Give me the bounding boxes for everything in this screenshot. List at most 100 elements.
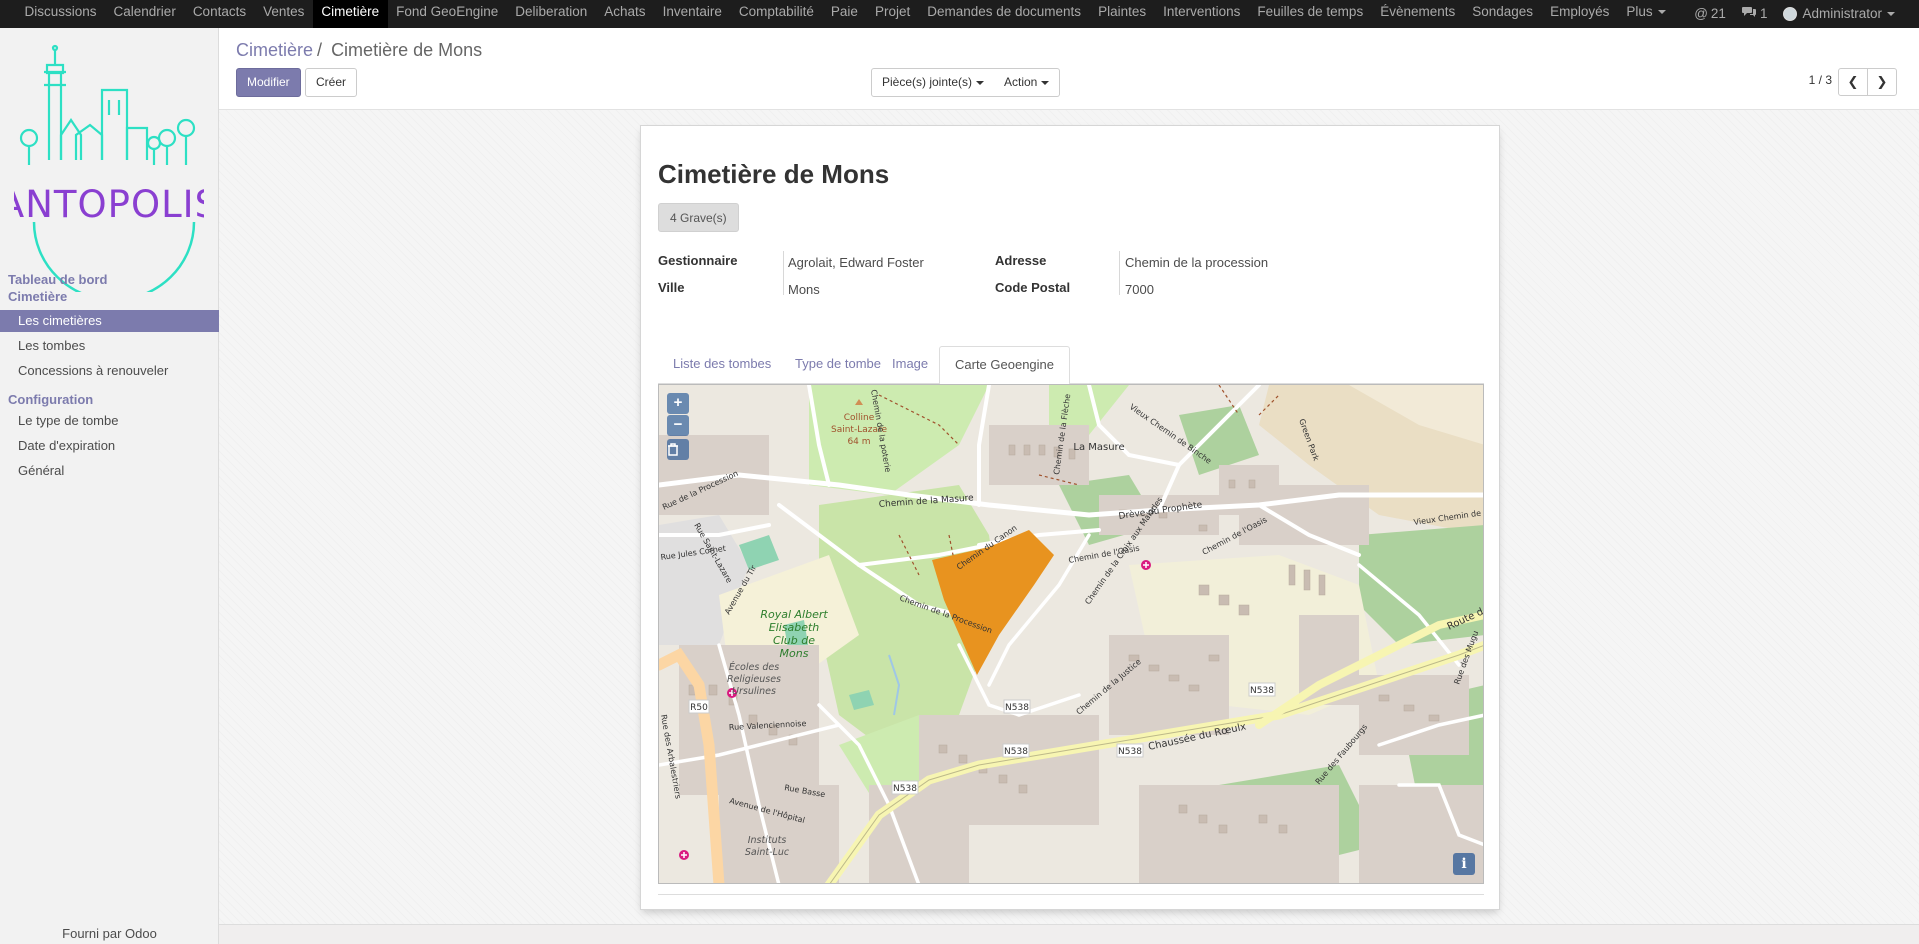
field-divider <box>783 251 784 295</box>
chevron-down-icon <box>976 80 985 85</box>
sidebar-item-date-expiration[interactable]: Date d'expiration <box>0 435 219 457</box>
messages-indicator[interactable]: 1 <box>1734 0 1776 28</box>
user-name: Administrator <box>1802 6 1882 21</box>
pager-previous-button[interactable]: ❮ <box>1838 68 1868 96</box>
svg-text:Écoles des: Écoles des <box>729 661 779 673</box>
chevron-right-icon: ❯ <box>1876 74 1888 89</box>
svg-text:Mons: Mons <box>780 647 809 660</box>
menu-paie[interactable]: Paie <box>822 0 866 28</box>
menu-fond-geoengine[interactable]: Fond GeoEngine <box>388 0 507 28</box>
menu-comptabilite[interactable]: Comptabilité <box>730 0 822 28</box>
menu-demandes-documents[interactable]: Demandes de documents <box>919 0 1090 28</box>
svg-text:Religieuses: Religieuses <box>727 674 781 685</box>
pager-next-button[interactable]: ❯ <box>1867 68 1897 96</box>
sidebar: ANTOPOLIS Tableau de bord Cimetière Les … <box>0 28 219 944</box>
info-button[interactable]: i <box>1453 853 1475 875</box>
svg-text:La Masure: La Masure <box>1073 442 1124 453</box>
menu-plus-label: Plus <box>1626 4 1653 19</box>
svg-text:Colline: Colline <box>844 413 875 423</box>
chevron-down-icon <box>1887 12 1895 16</box>
sidebar-section-dashboard[interactable]: Tableau de bord <box>8 272 107 287</box>
chevron-down-icon <box>1041 80 1050 85</box>
action-dropdown[interactable]: Action <box>994 68 1061 97</box>
geoengine-map[interactable]: Colline Saint-Lazare 64 m La Masure Chem… <box>658 384 1484 884</box>
sidebar-item-type-tombe[interactable]: Le type de tombe <box>0 410 219 432</box>
breadcrumb-parent[interactable]: Cimetière <box>236 40 313 60</box>
breadcrumb: Cimetière / Cimetière de Mons <box>236 40 482 61</box>
sidebar-section-cemetery: Cimetière <box>8 289 68 304</box>
user-menu[interactable]: Administrator <box>1775 0 1903 28</box>
svg-text:N538: N538 <box>1004 747 1028 757</box>
svg-text:N538: N538 <box>1118 747 1142 757</box>
field-value-city: Mons <box>788 282 820 297</box>
svg-text:Saint-Luc: Saint-Luc <box>745 847 790 858</box>
menu-feuilles-de-temps[interactable]: Feuilles de temps <box>1249 0 1372 28</box>
field-label-city: Ville <box>658 280 685 295</box>
sidebar-item-concessions[interactable]: Concessions à renouveler <box>0 360 219 382</box>
field-value-zip: 7000 <box>1125 282 1154 297</box>
svg-text:Ursulines: Ursulines <box>732 686 776 697</box>
tab-carte-geoengine[interactable]: Carte Geoengine <box>939 346 1071 385</box>
company-logo[interactable]: ANTOPOLIS <box>0 40 218 302</box>
create-button[interactable]: Créer <box>305 68 358 97</box>
field-value-manager[interactable]: Agrolait, Edward Foster <box>788 255 924 270</box>
menu-calendrier[interactable]: Calendrier <box>105 0 184 28</box>
zoom-out-button[interactable]: − <box>667 415 689 436</box>
pager-value[interactable]: 1 / 3 <box>1809 73 1832 87</box>
menu-cimetiere[interactable]: Cimetière <box>312 0 388 28</box>
menu-plus[interactable]: Plus <box>1618 0 1674 28</box>
sidebar-item-general[interactable]: Général <box>0 460 219 482</box>
sidebar-item-les-tombes[interactable]: Les tombes <box>0 335 219 357</box>
breadcrumb-current: Cimetière de Mons <box>331 40 483 60</box>
notebook-tabs: Liste des tombes Type de tombe Image Car… <box>658 346 1484 385</box>
attachments-label: Pièce(s) jointe(s) <box>882 75 973 89</box>
graves-button[interactable]: 4 Grave(s) <box>658 203 739 232</box>
sidebar-item-les-cimetieres[interactable]: Les cimetières <box>0 310 219 332</box>
svg-text:Royal Albert: Royal Albert <box>760 608 828 621</box>
chatter-divider <box>219 924 1919 944</box>
form-view: Cimetière de Mons 4 Grave(s) Gestionnair… <box>219 110 1919 944</box>
edit-button[interactable]: Modifier <box>236 68 301 97</box>
chevron-down-icon <box>1657 10 1666 15</box>
svg-text:Club de: Club de <box>773 634 815 647</box>
trash-icon[interactable] <box>667 439 689 460</box>
menu-evenements[interactable]: Évènements <box>1372 0 1464 28</box>
comments-icon <box>1741 3 1757 25</box>
zoom-in-button[interactable]: + <box>667 393 689 414</box>
menu-sondages[interactable]: Sondages <box>1464 0 1542 28</box>
menu-interventions[interactable]: Interventions <box>1155 0 1249 28</box>
breadcrumb-separator: / <box>317 40 323 60</box>
attachments-dropdown[interactable]: Pièce(s) jointe(s) <box>871 68 996 97</box>
menu-deliberation[interactable]: Deliberation <box>507 0 596 28</box>
menu-inventaire[interactable]: Inventaire <box>654 0 730 28</box>
app-menu: Discussions Calendrier Contacts Ventes C… <box>16 0 1674 28</box>
menu-contacts[interactable]: Contacts <box>184 0 254 28</box>
menu-plaintes[interactable]: Plaintes <box>1090 0 1155 28</box>
svg-text:64 m: 64 m <box>847 437 870 447</box>
tab-liste-des-tombes[interactable]: Liste des tombes <box>658 346 786 384</box>
sidebar-section-configuration: Configuration <box>8 392 94 407</box>
map-tiles: Colline Saint-Lazare 64 m La Masure Chem… <box>659 385 1483 883</box>
record-title: Cimetière de Mons <box>658 159 890 189</box>
svg-text:Instituts: Instituts <box>748 835 787 846</box>
mentions-indicator[interactable]: @ 21 <box>1686 0 1734 28</box>
menu-ventes[interactable]: Ventes <box>255 0 313 28</box>
menu-projet[interactable]: Projet <box>866 0 918 28</box>
menu-discussions[interactable]: Discussions <box>16 0 105 28</box>
at-icon: @ <box>1694 6 1708 21</box>
form-sheet: Cimetière de Mons 4 Grave(s) Gestionnair… <box>640 125 1500 910</box>
tab-image[interactable]: Image <box>877 346 943 384</box>
menu-employes[interactable]: Employés <box>1542 0 1618 28</box>
antopolis-logo-graphic: ANTOPOLIS <box>0 44 218 302</box>
svg-text:R50: R50 <box>690 703 708 713</box>
menu-achats[interactable]: Achats <box>596 0 654 28</box>
logo-wordmark: ANTOPOLIS <box>14 183 204 226</box>
control-panel: Cimetière / Cimetière de Mons Modifier Cr… <box>219 28 1919 110</box>
field-label-zip: Code Postal <box>995 280 1071 295</box>
messages-count: 1 <box>1759 6 1768 21</box>
powered-by-link[interactable]: Fourni par Odoo <box>0 926 219 944</box>
field-label-address: Adresse <box>995 253 1047 268</box>
divider <box>658 894 1484 895</box>
action-label: Action <box>1004 75 1038 89</box>
avatar <box>1783 7 1798 21</box>
